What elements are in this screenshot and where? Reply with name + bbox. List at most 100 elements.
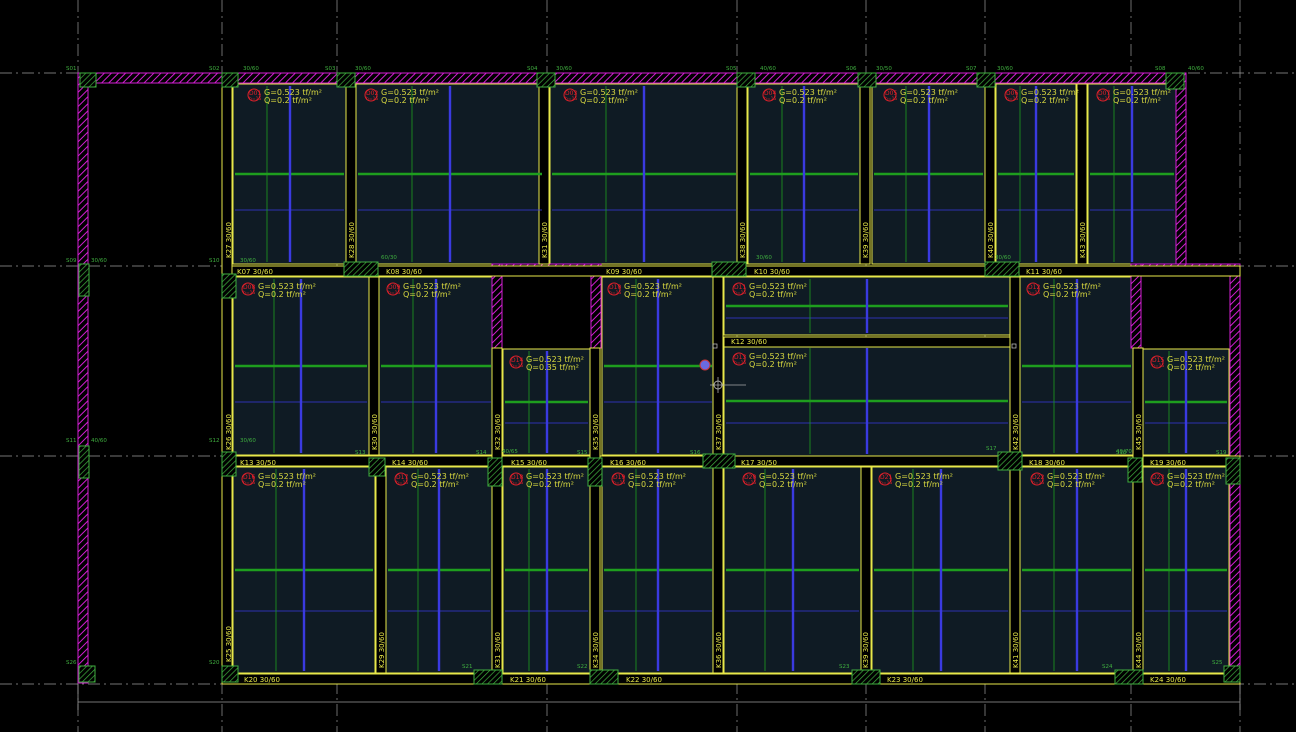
slab-thickness-label: h=15 xyxy=(1032,480,1044,486)
slab-thickness-label: h=15 xyxy=(764,96,776,102)
structural-plan-canvas[interactable]: D01h=15G=0.523 tf/m²Q=0.2 tf/m²D02h=15G=… xyxy=(0,0,1296,732)
column-label: S16 xyxy=(690,450,701,456)
slab-live-load-label: Q=0.2 tf/m² xyxy=(1113,96,1161,105)
slab-id-label: D06 xyxy=(1006,90,1018,97)
column xyxy=(1127,457,1143,483)
beam-label: K41 30/60 xyxy=(1012,632,1020,668)
beam-label: K31 30/60 xyxy=(494,632,502,668)
slab-id-label: D20 xyxy=(744,474,756,481)
slab-thickness-label: h=15 xyxy=(511,480,523,486)
beam-label: K24 30/60 xyxy=(1150,676,1186,684)
slab-live-load-label: Q=0.2 tf/m² xyxy=(779,96,827,105)
slab-id-label: D01 xyxy=(249,90,261,97)
slab-id-label: D22 xyxy=(1032,474,1044,481)
beam-vertical xyxy=(712,276,724,674)
beam-label: K20 30/60 xyxy=(244,676,280,684)
shear-wall xyxy=(1175,72,1187,266)
slab-live-load-label: Q=0.2 tf/m² xyxy=(1021,96,1069,105)
slab-live-load-label: Q=0.2 tf/m² xyxy=(403,290,451,299)
beam-label: K18 30/60 xyxy=(1029,459,1065,467)
column-label: S06 xyxy=(846,66,857,72)
beam-label: K17 30/50 xyxy=(741,459,777,467)
slab-thickness-label: h=15 xyxy=(744,480,756,486)
slab-live-load-label: Q=0.2 tf/m² xyxy=(381,96,429,105)
beam-label: K09 30/60 xyxy=(606,268,642,276)
column xyxy=(473,669,503,685)
beam-label: K32 30/60 xyxy=(494,414,502,450)
slab-thickness-label: h=15 xyxy=(734,290,746,296)
slab-live-load-label: Q=0.2 tf/m² xyxy=(624,290,672,299)
beam-label: K39 30/60 xyxy=(862,222,870,258)
column-dim-label: 30/60 xyxy=(91,258,107,264)
beam-label: K23 30/60 xyxy=(887,676,923,684)
slab-thickness-label: h=15 xyxy=(1006,96,1018,102)
column xyxy=(1165,72,1185,90)
column xyxy=(857,72,877,88)
slab-thickness-label: h=15 xyxy=(565,96,577,102)
beam-label: K43 30/60 xyxy=(1079,222,1087,258)
beam-label: K28 30/60 xyxy=(348,222,356,258)
slab-thickness-label: h=15 xyxy=(243,290,255,296)
column xyxy=(984,261,1020,277)
slab-id-label: D02 xyxy=(366,90,378,97)
slab-live-load-label: Q=0.2 tf/m² xyxy=(580,96,628,105)
slab-thickness-label: h=15 xyxy=(1152,363,1164,369)
beam-label: K29 30/60 xyxy=(378,632,386,668)
slab-id-label: D10 xyxy=(609,284,621,291)
slab-thickness-label: h=15 xyxy=(1098,96,1110,102)
shear-wall xyxy=(590,263,602,349)
column-label: S13 xyxy=(355,450,366,456)
beam-label: K12 30/60 xyxy=(731,338,767,346)
slab-live-load-label: Q=0.2 tf/m² xyxy=(258,290,306,299)
slab-id-label: D04 xyxy=(764,90,776,97)
slab-id-label: D19 xyxy=(613,474,625,481)
column-label: S17 xyxy=(986,446,997,452)
column xyxy=(587,457,603,487)
beam-label: K21 30/60 xyxy=(510,676,546,684)
column-label: S15 xyxy=(577,450,588,456)
beam-label: K08 30/60 xyxy=(386,268,422,276)
column-label: S03 xyxy=(325,66,336,72)
column xyxy=(711,261,747,277)
slab-id-label: D12 xyxy=(1028,284,1040,291)
column xyxy=(487,457,503,487)
beam-label: K35 30/60 xyxy=(592,414,600,450)
slab-id-label: D21 xyxy=(880,474,892,481)
slab-live-load-label: Q=0.2 tf/m² xyxy=(749,290,797,299)
slab-thickness-label: h=15 xyxy=(366,96,378,102)
column-dim-label: 40/70 xyxy=(1116,449,1132,455)
column-label: S25 xyxy=(1212,660,1223,666)
shear-wall xyxy=(79,72,1187,84)
slab-id-label: D11 xyxy=(734,284,746,291)
slab-id-label: D08 xyxy=(243,284,255,291)
column-label: S21 xyxy=(462,664,473,670)
column-label: S07 xyxy=(966,66,977,72)
beam-vertical xyxy=(1132,347,1144,674)
beam-label: K07 30/60 xyxy=(237,268,273,276)
column-label: S10 xyxy=(209,258,220,264)
beam-label: K44 30/60 xyxy=(1135,632,1143,668)
column-label: S12 xyxy=(209,438,220,444)
slab-thickness-label: h=15 xyxy=(1152,480,1164,486)
shear-wall xyxy=(77,72,89,684)
column xyxy=(997,451,1023,471)
beam-label: K40 30/60 xyxy=(987,222,995,258)
slab-live-load-label: Q=0.2 tf/m² xyxy=(1167,480,1215,489)
beam-label: K15 30/60 xyxy=(511,459,547,467)
slab-id-label: D03 xyxy=(565,90,577,97)
column-label: S08 xyxy=(1155,66,1166,72)
column xyxy=(976,72,996,88)
column-label: S11 xyxy=(66,438,77,444)
slab-live-load-label: Q=0.35 tf/m² xyxy=(526,363,579,372)
slab-id-label: D14 xyxy=(511,357,523,364)
slab-id-label: D18 xyxy=(511,474,523,481)
column-dim-label: 30/60 xyxy=(997,66,1013,72)
column xyxy=(851,669,881,685)
slab-thickness-label: h=15 xyxy=(388,290,400,296)
slab-live-load-label: Q=0.2 tf/m² xyxy=(900,96,948,105)
column-label: S05 xyxy=(726,66,737,72)
slab-live-load-label: Q=0.2 tf/m² xyxy=(1167,363,1215,372)
beam-horizontal xyxy=(221,673,1241,685)
slab-thickness-label: h=15 xyxy=(885,96,897,102)
column xyxy=(1114,669,1144,685)
